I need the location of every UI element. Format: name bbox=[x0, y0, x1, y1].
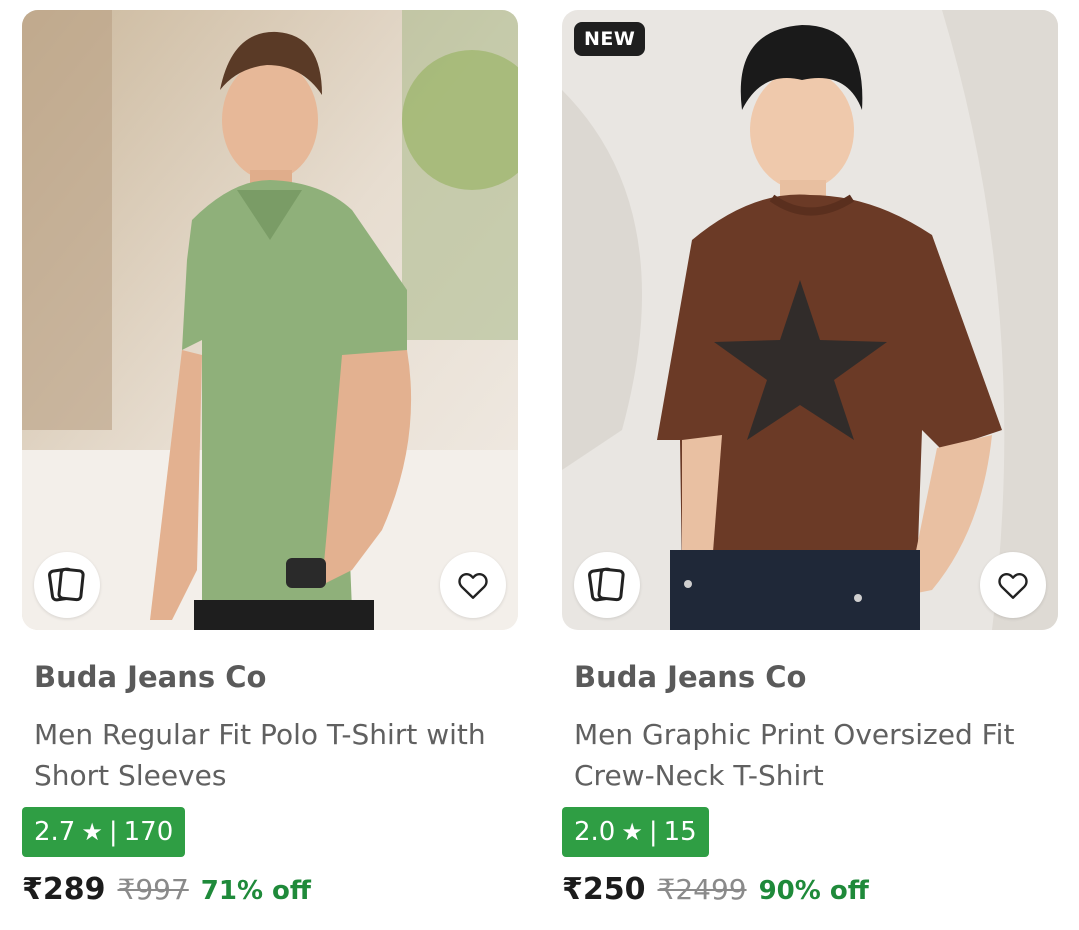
product-card[interactable]: NEW Buda Jeans Co Men Graphic Print Over… bbox=[562, 10, 1058, 920]
product-image[interactable] bbox=[22, 10, 518, 630]
price-row: ₹289 ₹997 71% off bbox=[22, 872, 311, 907]
wishlist-button[interactable] bbox=[980, 552, 1046, 618]
cards-stack-icon bbox=[588, 567, 625, 602]
rating-separator: | bbox=[108, 817, 118, 847]
review-count: 15 bbox=[663, 817, 697, 847]
star-icon: ★ bbox=[621, 818, 643, 846]
selling-price: ₹289 bbox=[22, 872, 106, 907]
wishlist-button[interactable] bbox=[440, 552, 506, 618]
discount-label: 71% off bbox=[200, 876, 311, 906]
product-photo bbox=[22, 10, 518, 630]
product-brand: Buda Jeans Co bbox=[34, 660, 267, 694]
original-price: ₹2499 bbox=[657, 873, 747, 906]
rating-value: 2.0 bbox=[574, 817, 616, 847]
rating-badge: 2.7 ★ | 170 bbox=[22, 807, 186, 857]
selling-price: ₹250 bbox=[562, 872, 646, 907]
star-icon: ★ bbox=[81, 818, 103, 846]
rating-badge: 2.0 ★ | 15 bbox=[562, 807, 709, 857]
product-card[interactable]: Buda Jeans Co Men Regular Fit Polo T-Shi… bbox=[22, 10, 518, 920]
rating-value: 2.7 bbox=[34, 817, 76, 847]
heart-outline-icon bbox=[458, 573, 488, 599]
new-badge: NEW bbox=[574, 22, 646, 56]
similar-products-button[interactable] bbox=[574, 552, 640, 618]
rating-separator: | bbox=[648, 817, 658, 847]
original-price: ₹997 bbox=[117, 873, 189, 906]
price-row: ₹250 ₹2499 90% off bbox=[562, 872, 869, 907]
review-count: 170 bbox=[123, 817, 174, 847]
product-title[interactable]: Men Regular Fit Polo T-Shirt with Short … bbox=[34, 714, 514, 796]
product-image[interactable]: NEW bbox=[562, 10, 1058, 630]
similar-products-button[interactable] bbox=[34, 552, 100, 618]
discount-label: 90% off bbox=[758, 876, 869, 906]
product-title[interactable]: Men Graphic Print Oversized Fit Crew-Nec… bbox=[574, 714, 1054, 796]
heart-outline-icon bbox=[998, 573, 1028, 599]
cards-stack-icon bbox=[48, 567, 85, 602]
product-brand: Buda Jeans Co bbox=[574, 660, 807, 694]
product-photo bbox=[562, 10, 1058, 630]
